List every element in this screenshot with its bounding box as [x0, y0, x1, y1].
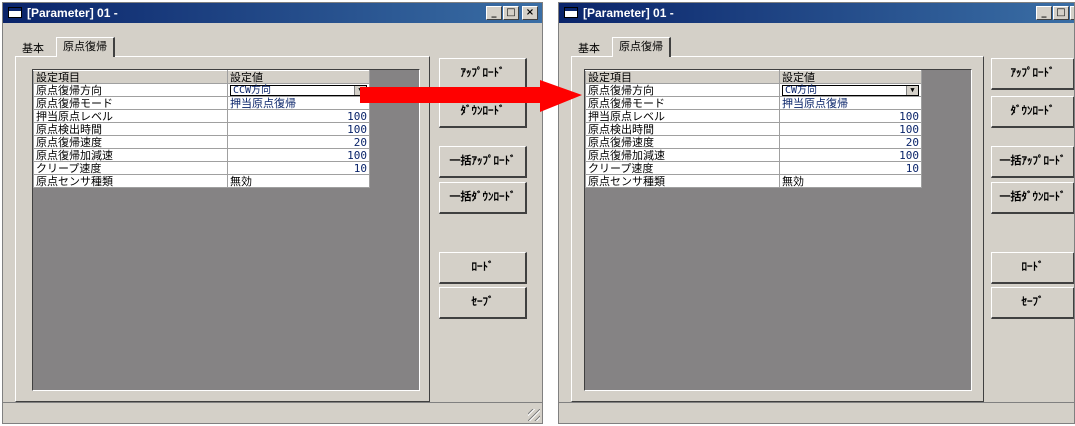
window-app-icon	[8, 7, 22, 18]
load-button[interactable]: ﾛｰﾄﾞ	[991, 252, 1074, 284]
close-button[interactable]: ×	[1070, 6, 1074, 20]
parameter-window-after: [Parameter] 01 - _ □ × 基本 原点復帰 設定項目 設定値 …	[558, 2, 1075, 424]
tab-homing[interactable]: 原点復帰	[56, 37, 115, 57]
table-row: 原点センサ種類 無効	[585, 174, 922, 188]
tab-homing[interactable]: 原点復帰	[612, 37, 671, 57]
table-row: 原点復帰方向 CW方向 ▼	[585, 83, 922, 97]
title-bar[interactable]: [Parameter] 01 - _ □ ×	[559, 3, 1074, 23]
download-button[interactable]: ﾀﾞｳﾝﾛｰﾄﾞ	[991, 96, 1074, 128]
row-label: 原点復帰速度	[33, 135, 228, 149]
close-button[interactable]: ×	[522, 6, 538, 20]
batch-download-button[interactable]: 一括ﾀﾞｳﾝﾛｰﾄﾞ	[439, 182, 527, 214]
row-value[interactable]: 100	[779, 122, 922, 136]
parameter-grid: 設定項目 設定値 原点復帰方向 CW方向 ▼ 原点復帰モード 押当原点復帰 押当…	[585, 70, 922, 188]
table-row: 原点センサ種類 無効	[33, 174, 370, 188]
direction-dropdown[interactable]: CW方向 ▼	[782, 84, 919, 96]
row-value[interactable]: 100	[779, 148, 922, 162]
table-row: 原点復帰方向 CCW方向 ▼	[33, 83, 370, 97]
direction-value: CCW方向	[233, 84, 272, 96]
load-button[interactable]: ﾛｰﾄﾞ	[439, 252, 527, 284]
row-label: 原点復帰方向	[33, 83, 228, 97]
row-value[interactable]: 20	[779, 135, 922, 149]
row-value[interactable]: 無効	[227, 174, 370, 188]
parameter-grid: 設定項目 設定値 原点復帰方向 CCW方向 ▼ 原点復帰モード 押当原点復帰	[33, 70, 370, 188]
dropdown-arrow-icon[interactable]: ▼	[906, 85, 918, 95]
row-value[interactable]: 押当原点復帰	[227, 96, 370, 110]
row-value[interactable]: 20	[227, 135, 370, 149]
row-label: 押当原点レベル	[585, 109, 780, 123]
window-app-icon	[564, 7, 578, 18]
parameter-grid-area: 設定項目 設定値 原点復帰方向 CW方向 ▼ 原点復帰モード 押当原点復帰 押当…	[584, 69, 972, 391]
row-label: クリープ速度	[33, 161, 228, 175]
header-item: 設定項目	[33, 70, 228, 84]
batch-upload-button[interactable]: 一括ｱｯﾌﾟﾛｰﾄﾞ	[439, 146, 527, 178]
row-value[interactable]: 10	[227, 161, 370, 175]
direction-dropdown[interactable]: CCW方向 ▼	[230, 84, 367, 96]
row-value[interactable]: 100	[227, 148, 370, 162]
row-label: 原点検出時間	[33, 122, 228, 136]
minimize-button[interactable]: _	[1036, 6, 1052, 20]
save-button[interactable]: ｾｰﾌﾞ	[439, 287, 527, 319]
header-value: 設定値	[779, 70, 922, 84]
row-label: クリープ速度	[585, 161, 780, 175]
parameter-window-before: [Parameter] 01 - _ □ × 基本 原点復帰 設定項目 設定値 …	[2, 2, 543, 424]
title-bar[interactable]: [Parameter] 01 - _ □ ×	[3, 3, 542, 23]
row-label: 原点復帰加減速	[33, 148, 228, 162]
row-label: 原点センサ種類	[585, 174, 780, 188]
row-label: 押当原点レベル	[33, 109, 228, 123]
maximize-button[interactable]: □	[1053, 6, 1069, 20]
row-label: 原点復帰方向	[585, 83, 780, 97]
parameter-grid-area: 設定項目 設定値 原点復帰方向 CCW方向 ▼ 原点復帰モード 押当原点復帰	[32, 69, 420, 391]
batch-upload-button[interactable]: 一括ｱｯﾌﾟﾛｰﾄﾞ	[991, 146, 1074, 178]
row-label: 原点復帰速度	[585, 135, 780, 149]
maximize-button[interactable]: □	[503, 6, 519, 20]
table-row: 原点復帰加減速 100	[33, 148, 370, 162]
table-row: 原点復帰速度 20	[585, 135, 922, 149]
row-value[interactable]: 100	[227, 122, 370, 136]
window-title: [Parameter] 01 -	[27, 6, 118, 20]
table-row: 原点検出時間 100	[585, 122, 922, 136]
table-row: 原点復帰速度 20	[33, 135, 370, 149]
tab-panel: 設定項目 設定値 原点復帰方向 CW方向 ▼ 原点復帰モード 押当原点復帰 押当…	[571, 56, 984, 402]
table-row: 原点復帰モード 押当原点復帰	[585, 96, 922, 110]
red-arrow-icon	[360, 80, 582, 112]
table-row: 原点復帰モード 押当原点復帰	[33, 96, 370, 110]
row-value[interactable]: 100	[779, 109, 922, 123]
direction-dropdown-cell[interactable]: CCW方向 ▼	[227, 83, 370, 97]
table-row: クリープ速度 10	[585, 161, 922, 175]
status-bar	[559, 402, 1074, 423]
tab-basic[interactable]: 基本	[16, 41, 50, 57]
row-value[interactable]: 無効	[779, 174, 922, 188]
row-value[interactable]: 100	[227, 109, 370, 123]
upload-button[interactable]: ｱｯﾌﾟﾛｰﾄﾞ	[991, 58, 1074, 90]
row-value[interactable]: 押当原点復帰	[779, 96, 922, 110]
minimize-button[interactable]: _	[486, 6, 502, 20]
header-value: 設定値	[227, 70, 370, 84]
table-row: 原点復帰加減速 100	[585, 148, 922, 162]
status-bar	[3, 402, 542, 423]
row-label: 原点センサ種類	[33, 174, 228, 188]
table-row: 原点検出時間 100	[33, 122, 370, 136]
table-row: 押当原点レベル 100	[585, 109, 922, 123]
resize-grip-icon[interactable]	[528, 409, 540, 421]
tab-basic[interactable]: 基本	[572, 41, 606, 57]
row-label: 原点検出時間	[585, 122, 780, 136]
row-label: 原点復帰モード	[33, 96, 228, 110]
batch-download-button[interactable]: 一括ﾀﾞｳﾝﾛｰﾄﾞ	[991, 182, 1074, 214]
row-label: 原点復帰モード	[585, 96, 780, 110]
header-item: 設定項目	[585, 70, 780, 84]
row-label: 原点復帰加減速	[585, 148, 780, 162]
table-row: 押当原点レベル 100	[33, 109, 370, 123]
direction-dropdown-cell[interactable]: CW方向 ▼	[779, 83, 922, 97]
save-button[interactable]: ｾｰﾌﾞ	[991, 287, 1074, 319]
window-title: [Parameter] 01 -	[583, 6, 674, 20]
row-value[interactable]: 10	[779, 161, 922, 175]
table-row: クリープ速度 10	[33, 161, 370, 175]
direction-value: CW方向	[785, 84, 818, 96]
